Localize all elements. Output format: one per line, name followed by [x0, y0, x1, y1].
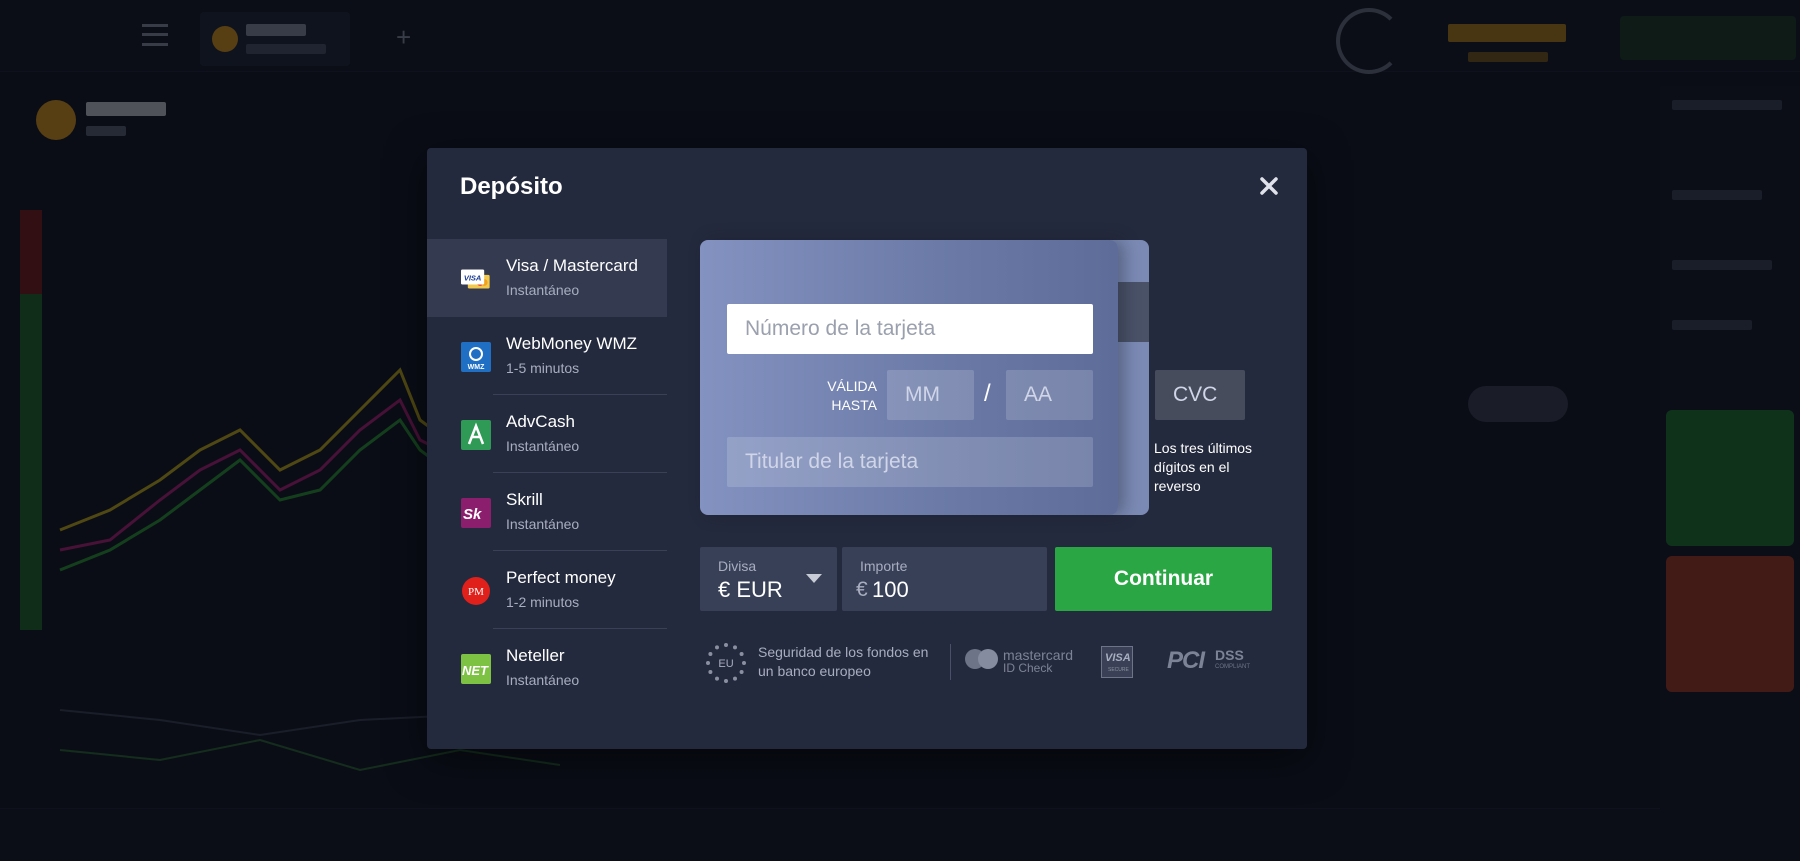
security-divider	[950, 644, 951, 680]
expiry-month-input[interactable]	[887, 370, 974, 420]
method-name: AdvCash	[506, 412, 575, 431]
payment-method-advcash[interactable]: AdvCash Instantáneo	[427, 395, 667, 473]
eu-badge-text: EU	[718, 658, 733, 670]
payment-method-perfect-money[interactable]: PM Perfect money 1-2 minutos	[427, 551, 667, 629]
close-button[interactable]	[1257, 174, 1281, 198]
method-name: Visa / Mastercard	[506, 256, 638, 275]
svg-text:PM: PM	[468, 586, 484, 598]
deposit-modal: Depósito VISA Visa / Mastercard Instantá…	[427, 148, 1307, 749]
method-name: Skrill	[506, 490, 543, 509]
continue-button[interactable]: Continuar	[1055, 547, 1272, 611]
id-check-text: ID Check	[1003, 661, 1053, 675]
cvc-input[interactable]	[1155, 370, 1245, 420]
pci-dss-logo: PCI DSS COMPLIANT	[1167, 644, 1251, 680]
payment-method-list: VISA Visa / Mastercard Instantáneo WMZ W…	[427, 239, 667, 707]
valid-until-label: VÁLIDA HASTA	[827, 378, 877, 413]
method-name: Perfect money	[506, 568, 616, 587]
close-icon	[1260, 177, 1278, 195]
svg-text:Sk: Sk	[463, 506, 482, 523]
method-time: Instantáneo	[506, 672, 580, 688]
cardholder-name-input[interactable]	[727, 437, 1093, 487]
chevron-down-icon	[806, 574, 822, 583]
method-time: Instantáneo	[506, 282, 580, 298]
security-text: Seguridad de los fondos en un banco euro…	[758, 644, 929, 679]
card-number-input[interactable]	[727, 304, 1093, 354]
visa-secure-subtext: SECURE	[1108, 667, 1129, 673]
amount-input[interactable]	[872, 575, 1032, 605]
security-footer: EU Seguridad de los fondos en un banco e…	[705, 640, 1275, 690]
mastercard-circle-right	[978, 649, 998, 669]
advcash-icon	[461, 420, 491, 450]
currency-value: € EUR	[718, 577, 783, 602]
method-name: WebMoney WMZ	[506, 334, 637, 353]
webmoney-icon: WMZ	[461, 342, 491, 372]
dss-text: DSS	[1215, 647, 1244, 663]
visa-mastercard-icon: VISA	[461, 264, 491, 294]
amount-field: Importe €	[842, 547, 1047, 611]
mastercard-id-check-logo: mastercard ID Check	[960, 647, 1080, 681]
skrill-icon: Sk	[461, 498, 491, 528]
amount-label: Importe	[860, 558, 908, 574]
visa-secure-logo: VISA SECURE	[1101, 646, 1133, 678]
perfect-money-icon: PM	[461, 576, 491, 606]
expiry-separator: /	[984, 380, 991, 407]
method-time: 1-5 minutos	[506, 360, 580, 376]
cvc-hint: Los tres últimos dígitos en el reverso	[1154, 440, 1253, 494]
amount-currency-symbol: €	[856, 578, 868, 601]
payment-method-visa-mastercard[interactable]: VISA Visa / Mastercard Instantáneo	[427, 239, 667, 317]
visa-secure-text: VISA	[1105, 652, 1131, 664]
method-time: Instantáneo	[506, 438, 580, 454]
pci-text: PCI	[1167, 647, 1205, 674]
svg-text:WMZ: WMZ	[468, 364, 485, 371]
method-time: Instantáneo	[506, 516, 580, 532]
expiry-year-input[interactable]	[1006, 370, 1093, 420]
svg-text:NET: NET	[462, 663, 489, 678]
payment-method-skrill[interactable]: Sk Skrill Instantáneo	[427, 473, 667, 551]
currency-label: Divisa	[718, 558, 757, 574]
method-time: 1-2 minutos	[506, 594, 580, 610]
currency-select[interactable]: Divisa € EUR	[700, 547, 837, 611]
svg-text:VISA: VISA	[464, 273, 482, 282]
compliant-text: COMPLIANT	[1215, 664, 1251, 670]
payment-method-neteller[interactable]: NET Neteller Instantáneo	[427, 629, 667, 707]
neteller-icon: NET	[461, 654, 491, 684]
eu-stars-icon: EU	[706, 643, 746, 683]
payment-method-webmoney[interactable]: WMZ WebMoney WMZ 1-5 minutos	[427, 317, 667, 395]
method-name: Neteller	[506, 646, 565, 665]
modal-title: Depósito	[460, 173, 563, 200]
